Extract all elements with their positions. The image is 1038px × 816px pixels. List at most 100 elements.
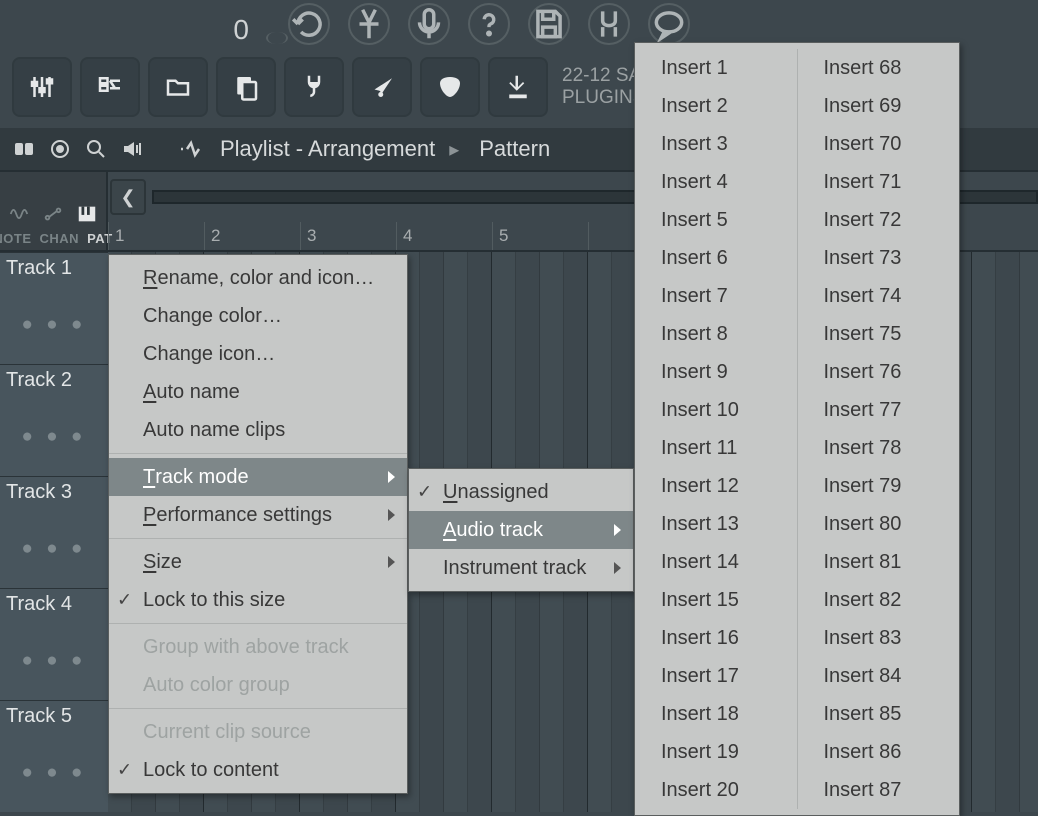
menu-item[interactable]: Insert 15: [635, 581, 797, 619]
view-mode-tabs: NOTE CHAN PAT: [0, 172, 108, 252]
hint-value: 0: [233, 14, 250, 46]
menu-item[interactable]: Insert 16: [635, 619, 797, 657]
menu-item[interactable]: Insert 6: [635, 239, 797, 277]
menu-item[interactable]: Insert 84: [798, 657, 960, 695]
menu-item[interactable]: Insert 17: [635, 657, 797, 695]
menu-item[interactable]: Insert 74: [798, 277, 960, 315]
lamp-icon[interactable]: [352, 57, 412, 117]
track-headers: Track 1 ● ● ●Track 2 ● ● ●Track 3 ● ● ●T…: [0, 252, 108, 812]
menu-item[interactable]: Insert 69: [798, 87, 960, 125]
menu-item[interactable]: Insert 19: [635, 733, 797, 771]
menu-item[interactable]: Insert 14: [635, 543, 797, 581]
focus-icon[interactable]: [46, 135, 74, 163]
menu-item[interactable]: Insert 80: [798, 505, 960, 543]
menu-item: Auto color group: [109, 666, 407, 704]
track-mute-solo-icon[interactable]: ● ● ●: [0, 538, 108, 560]
menu-item[interactable]: Insert 77: [798, 391, 960, 429]
insert-column-1: Insert 1Insert 2Insert 3Insert 4Insert 5…: [635, 49, 798, 809]
menu-item[interactable]: Insert 70: [798, 125, 960, 163]
track-mute-solo-icon[interactable]: ● ● ●: [0, 650, 108, 672]
menu-item[interactable]: ✓Lock to this size: [109, 581, 407, 619]
browser-icon[interactable]: [148, 57, 208, 117]
mixer-icon[interactable]: [12, 57, 72, 117]
copy-icon[interactable]: [216, 57, 276, 117]
piano-icon[interactable]: [76, 203, 98, 225]
menu-item[interactable]: Insert 82: [798, 581, 960, 619]
track-mute-solo-icon[interactable]: ● ● ●: [0, 426, 108, 448]
pick-icon[interactable]: [420, 57, 480, 117]
menu-item[interactable]: Insert 12: [635, 467, 797, 505]
track-header[interactable]: Track 4 ● ● ●: [0, 588, 108, 700]
check-icon: ✓: [117, 590, 132, 611]
detach-icon[interactable]: [10, 135, 38, 163]
menu-item[interactable]: Audio track: [409, 511, 633, 549]
automation-icon[interactable]: [42, 203, 64, 225]
track-header[interactable]: Track 2 ● ● ●: [0, 364, 108, 476]
tab-note[interactable]: NOTE: [0, 231, 32, 246]
menu-item[interactable]: Rename, color and icon…: [109, 259, 407, 297]
scroll-left-button[interactable]: ❮: [110, 179, 146, 215]
chat-icon[interactable]: [648, 3, 690, 45]
menu-item[interactable]: Change color…: [109, 297, 407, 335]
menu-item[interactable]: Insert 73: [798, 239, 960, 277]
menu-item[interactable]: Insert 11: [635, 429, 797, 467]
menu-item[interactable]: Insert 85: [798, 695, 960, 733]
menu-item[interactable]: Insert 13: [635, 505, 797, 543]
menu-item[interactable]: Insert 20: [635, 771, 797, 809]
menu-item[interactable]: Insert 76: [798, 353, 960, 391]
download-icon[interactable]: [488, 57, 548, 117]
menu-item[interactable]: Insert 72: [798, 201, 960, 239]
menu-item[interactable]: ✓Lock to content: [109, 751, 407, 789]
menu-item[interactable]: Auto name clips: [109, 411, 407, 449]
menu-item[interactable]: Insert 68: [798, 49, 960, 87]
mic-icon[interactable]: [408, 3, 450, 45]
menu-item[interactable]: Insert 3: [635, 125, 797, 163]
menu-item[interactable]: Insert 83: [798, 619, 960, 657]
check-icon: ✓: [417, 482, 432, 503]
menu-item[interactable]: Insert 79: [798, 467, 960, 505]
top-strip: 0: [0, 0, 1038, 48]
help-icon[interactable]: [468, 3, 510, 45]
menu-item[interactable]: Insert 75: [798, 315, 960, 353]
plug-icon[interactable]: [284, 57, 344, 117]
menu-item[interactable]: ✓Unassigned: [409, 473, 633, 511]
menu-item[interactable]: Insert 7: [635, 277, 797, 315]
menu-item[interactable]: Track mode: [109, 458, 407, 496]
menu-item[interactable]: Insert 4: [635, 163, 797, 201]
menu-item[interactable]: Insert 8: [635, 315, 797, 353]
menu-item[interactable]: Change icon…: [109, 335, 407, 373]
menu-item[interactable]: Performance settings: [109, 496, 407, 534]
arrangement-audio-icon[interactable]: [178, 135, 206, 163]
menu-item[interactable]: Insert 1: [635, 49, 797, 87]
menu-item[interactable]: Insert 86: [798, 733, 960, 771]
track-header[interactable]: Track 3 ● ● ●: [0, 476, 108, 588]
playlist-breadcrumb-next: Pattern: [479, 136, 550, 162]
speaker-icon[interactable]: [118, 135, 146, 163]
menu-item[interactable]: Insert 9: [635, 353, 797, 391]
menu-item[interactable]: Insert 78: [798, 429, 960, 467]
channel-rack-icon[interactable]: [80, 57, 140, 117]
undo-icon[interactable]: [288, 3, 330, 45]
menu-item[interactable]: Size: [109, 543, 407, 581]
hint-display: 0: [140, 0, 260, 48]
menu-item[interactable]: Instrument track: [409, 549, 633, 587]
waveform-icon[interactable]: [8, 203, 30, 225]
menu-item[interactable]: Insert 81: [798, 543, 960, 581]
track-mute-solo-icon[interactable]: ● ● ●: [0, 762, 108, 784]
menu-item[interactable]: Insert 71: [798, 163, 960, 201]
track-header[interactable]: Track 1 ● ● ●: [0, 252, 108, 364]
menu-item[interactable]: Insert 87: [798, 771, 960, 809]
menu-item[interactable]: Insert 5: [635, 201, 797, 239]
menu-item[interactable]: Insert 18: [635, 695, 797, 733]
snap-icon[interactable]: [348, 3, 390, 45]
track-header[interactable]: Track 5 ● ● ●: [0, 700, 108, 812]
menu-item[interactable]: Auto name: [109, 373, 407, 411]
save-icon[interactable]: [528, 3, 570, 45]
menu-item[interactable]: Insert 2: [635, 87, 797, 125]
tab-chan[interactable]: CHAN: [40, 231, 80, 246]
bar-number: 5: [492, 222, 588, 250]
search-icon[interactable]: [82, 135, 110, 163]
link-icon[interactable]: [588, 3, 630, 45]
menu-item[interactable]: Insert 10: [635, 391, 797, 429]
track-mute-solo-icon[interactable]: ● ● ●: [0, 314, 108, 336]
